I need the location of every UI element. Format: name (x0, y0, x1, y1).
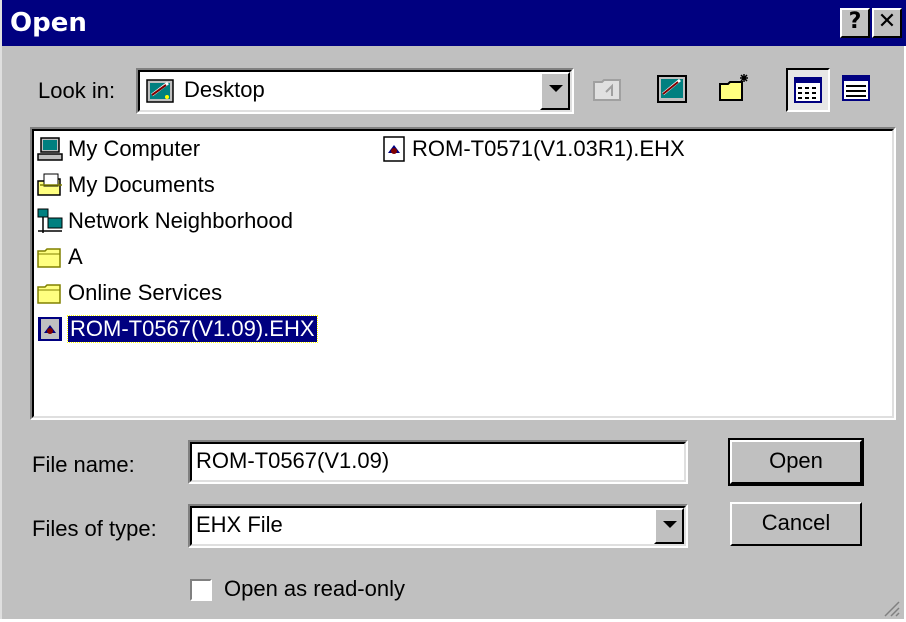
list-item-rom-t0571[interactable]: ROM-T0571(V1.03R1).EHX (380, 133, 685, 165)
read-only-checkbox[interactable] (190, 579, 212, 601)
details-view-button[interactable] (836, 68, 880, 112)
ehx-file-icon (36, 315, 64, 343)
help-icon: ? (848, 9, 862, 34)
list-item-my-computer[interactable]: My Computer (36, 133, 200, 165)
help-button[interactable]: ? (840, 8, 870, 38)
list-item-my-documents[interactable]: My Documents (36, 169, 215, 201)
new-folder-icon (712, 74, 756, 116)
cancel-button-label: Cancel (761, 510, 831, 535)
file-name-value: ROM-T0567(V1.09) (196, 448, 390, 473)
look-in-label-text: Look in: (38, 78, 116, 103)
list-item-rom-t0567[interactable]: ROM-T0567(V1.09).EHX (36, 313, 318, 345)
my-documents-icon (36, 171, 64, 199)
open-dialog: Open ? ✕ Look in: Desktop My Computer My… (0, 0, 906, 619)
open-button[interactable]: Open (728, 438, 864, 486)
desktop-icon (146, 77, 176, 105)
desktop-shortcut-icon (650, 75, 694, 116)
file-type-label: Files of type: (32, 516, 157, 541)
up-folder-icon (586, 79, 630, 116)
list-item-network-neighborhood[interactable]: Network Neighborhood (36, 205, 293, 237)
list-view-button[interactable] (786, 68, 830, 112)
ehx-file-icon (380, 135, 408, 163)
network-neighborhood-icon (36, 207, 64, 235)
folder-icon (36, 279, 64, 307)
list-item-label: My Documents (68, 172, 215, 197)
file-type-value: EHX File (196, 512, 283, 537)
look-in-dropdown-arrow[interactable] (540, 72, 570, 110)
list-item-label: My Computer (68, 136, 201, 161)
list-item-label: A (68, 244, 83, 269)
look-in-label: Look in: (38, 78, 115, 104)
create-new-folder-button[interactable] (712, 68, 756, 112)
list-item-label: ROM-T0571(V1.03R1).EHX (412, 136, 685, 161)
up-one-level-button[interactable] (586, 68, 630, 112)
look-in-dropdown[interactable]: Desktop (136, 68, 574, 114)
file-name-label: File name: (32, 452, 135, 477)
look-in-value: Desktop (184, 77, 265, 102)
title-bar[interactable]: Open ? ✕ (2, 0, 906, 46)
list-item-label: Network Neighborhood (68, 208, 294, 233)
list-item-online-services[interactable]: Online Services (36, 277, 222, 309)
details-view-icon (836, 75, 876, 112)
close-icon: ✕ (877, 9, 897, 34)
go-to-desktop-button[interactable] (650, 68, 694, 112)
file-type-dropdown-arrow[interactable] (654, 508, 684, 544)
list-item-folder-a[interactable]: A (36, 241, 83, 273)
list-item-label: Online Services (68, 280, 223, 305)
file-list[interactable]: My Computer My Documents Network Neighbo… (30, 127, 896, 420)
dialog-title: Open (10, 8, 87, 38)
folder-icon (36, 243, 64, 271)
file-name-field[interactable]: ROM-T0567(V1.09) (188, 440, 688, 484)
close-button[interactable]: ✕ (872, 8, 902, 38)
read-only-label[interactable]: Open as read-only (224, 576, 405, 602)
list-view-icon (788, 77, 828, 114)
file-type-dropdown[interactable]: EHX File (188, 504, 688, 548)
my-computer-icon (36, 135, 64, 163)
list-item-label: ROM-T0567(V1.09).EHX (67, 315, 318, 343)
cancel-button[interactable]: Cancel (730, 502, 862, 546)
open-button-label: Open (769, 448, 823, 473)
resize-grip-icon[interactable] (882, 599, 900, 617)
